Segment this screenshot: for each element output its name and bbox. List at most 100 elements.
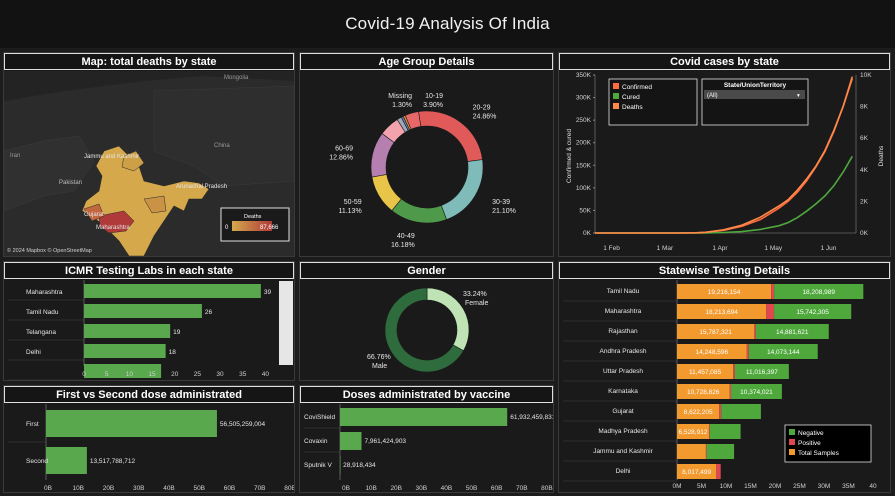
- x-tick-label: 70B: [254, 485, 266, 492]
- bar-value: 18,208,989: [802, 289, 835, 296]
- bar-value: 19: [173, 329, 181, 336]
- age-panel: Age Group Details 10-19 3.90% 20-29 24.86% 3…: [299, 52, 554, 257]
- x-tick-label: 1 May: [764, 245, 782, 252]
- map-title: Map: total deaths by state: [4, 53, 294, 70]
- age-slice-pct: 1.30%: [392, 102, 412, 109]
- vaccine-title: Doses administrated by vaccine: [300, 386, 553, 403]
- age-title: Age Group Details: [300, 53, 553, 70]
- bar-negative: [721, 404, 761, 419]
- x-tick-label: 20B: [103, 485, 115, 492]
- bar: [340, 456, 341, 474]
- x-tick-label: 10: [126, 371, 134, 378]
- bar-value: 15,787,321: [699, 329, 732, 336]
- bar-positive: [719, 404, 722, 419]
- labs-bar-chart[interactable]: Maharashtra 39 Tamil Nadu 26 Telangana 19 Delh…: [4, 280, 294, 380]
- x-tick-label: 1 Apr: [712, 245, 728, 252]
- category-label: Jammu and Kashmir: [593, 448, 653, 455]
- x-tick-label: 30M: [818, 483, 831, 490]
- x-tick-label: 50B: [466, 485, 478, 492]
- legend-swatch: [789, 429, 795, 435]
- gender-female-label: Female: [465, 300, 488, 307]
- x-tick-label: 1 Jun: [820, 245, 836, 252]
- category-label: Madhya Pradesh: [598, 428, 648, 435]
- x-tick-label: 5: [105, 371, 109, 378]
- dashboard-header: Covid-19 Analysis Of India: [0, 0, 895, 48]
- statewise-title: Statewise Testing Details: [559, 262, 890, 279]
- bar: [84, 284, 261, 298]
- category-label: Maharashtra: [26, 289, 63, 296]
- x-tick-label: 20B: [390, 485, 402, 492]
- x-tick-label: 80B: [541, 485, 553, 492]
- map-label: China: [214, 143, 230, 149]
- x-tick-label: 40B: [163, 485, 175, 492]
- gender-donut[interactable]: 33.24% Female 66.76% Male: [300, 280, 553, 380]
- labs-scrollbar[interactable]: [279, 281, 293, 365]
- y2-tick-label: 0K: [860, 230, 869, 237]
- legend-label: Negative: [798, 430, 824, 437]
- x-tick-label: 15M: [744, 483, 757, 490]
- india-map[interactable]: Mongolia China Iran Pakistan Jammu and K…: [4, 71, 294, 256]
- dose-bar-chart[interactable]: First 56,505,259,004 Second 13,517,788,712 0…: [4, 404, 294, 492]
- category-label: Telangana: [26, 329, 56, 336]
- map-legend-title: Deaths: [244, 214, 262, 220]
- category-label: Andhra Pradesh: [600, 348, 647, 355]
- bar: [340, 408, 508, 426]
- donut-slice: [440, 159, 484, 220]
- y-tick-label: 100K: [576, 185, 592, 192]
- category-label: First: [26, 421, 39, 428]
- state-filter-value: (All): [707, 93, 718, 99]
- category-label: Delhi: [26, 349, 41, 356]
- legend-swatch: [613, 103, 619, 109]
- age-slice-label: Missing: [388, 93, 412, 100]
- legend-swatch: [789, 449, 795, 455]
- legend-swatch: [613, 93, 619, 99]
- bar-positive: [771, 284, 775, 299]
- x-tick-label: 80B: [284, 485, 294, 492]
- category-label: Maharashtra: [605, 308, 642, 315]
- gender-panel: Gender 33.24% Female 66.76% Male: [299, 261, 554, 381]
- map-legend-max: 87,666: [260, 225, 279, 231]
- bar-value: 10,728,826: [687, 389, 720, 396]
- vaccine-panel: Doses administrated by vaccine CoviShiel…: [299, 385, 554, 493]
- x-tick-label: 30: [216, 371, 224, 378]
- x-tick-label: 60B: [491, 485, 503, 492]
- bar: [84, 324, 171, 338]
- x-tick-label: 10B: [365, 485, 377, 492]
- age-slice-label: 50-59: [344, 199, 362, 206]
- x-tick-label: 5M: [697, 483, 706, 490]
- labs-panel: ICMR Testing Labs in each state Maharash…: [3, 261, 295, 381]
- x-tick-label: 30B: [133, 485, 145, 492]
- x-tick-label: 25M: [793, 483, 806, 490]
- bar-value: 10,374,021: [740, 389, 773, 396]
- category-label: CoviShield: [304, 414, 335, 421]
- legend-label: Positive: [798, 440, 821, 447]
- legend-swatch: [613, 83, 619, 89]
- age-slice-label: 40-49: [397, 233, 415, 240]
- statewise-bar-chart[interactable]: Tamil Nadu 19,216,154 18,208,989 Maharashtr…: [559, 280, 890, 492]
- y2-tick-label: 4K: [860, 167, 869, 174]
- cases-title: Covid cases by state: [559, 53, 890, 70]
- bar-value: 15,742,305: [796, 309, 829, 316]
- state-filter-dropdown: [704, 90, 805, 99]
- bar-value: 19,216,154: [708, 289, 741, 296]
- category-label: Tamil Nadu: [26, 309, 59, 316]
- y-tick-label: 350K: [576, 72, 592, 79]
- map-label: Mongolia: [224, 75, 249, 81]
- y-tick-label: 0K: [583, 230, 592, 237]
- age-slice-pct: 21.10%: [492, 208, 516, 215]
- age-slice-pct: 16.18%: [391, 242, 415, 249]
- map-label: Jammu and Kashmir: [84, 154, 139, 160]
- bar-positive: [716, 464, 721, 479]
- bar-positive: [733, 364, 735, 379]
- y-axis-label: Confirmed & cured: [566, 129, 573, 184]
- cases-line-chart[interactable]: 0K 50K 100K 150K 200K 250K 300K 350K 0K 2K 4K 6K 8K 1…: [559, 71, 890, 256]
- y-tick-label: 50K: [579, 207, 591, 214]
- gender-title: Gender: [300, 262, 553, 279]
- bar-value: 26: [205, 309, 213, 316]
- category-label: Rajasthan: [608, 328, 638, 335]
- age-donut[interactable]: 10-19 3.90% 20-29 24.86% 30-39 21.10% 40-49 16.…: [300, 71, 553, 256]
- vaccine-bar-chart[interactable]: CoviShield 61,932,459,831 Covaxin 7,961,424…: [300, 404, 553, 492]
- legend-label: Total Samples: [798, 450, 840, 457]
- donut-slice: [391, 198, 447, 224]
- y-tick-label: 250K: [576, 117, 592, 124]
